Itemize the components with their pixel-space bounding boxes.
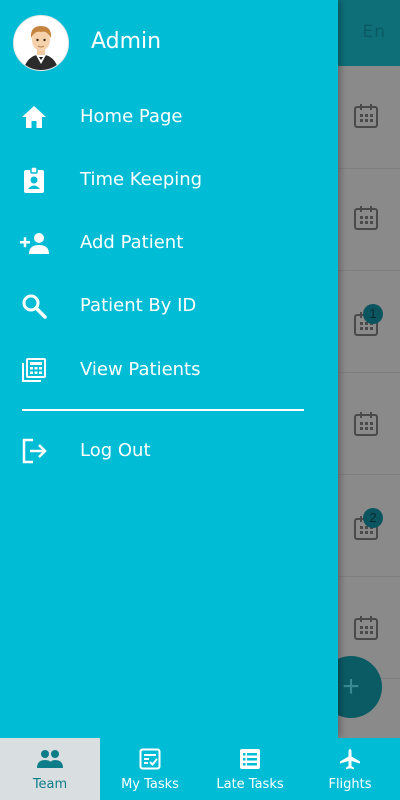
tab-label: Late Tasks (216, 777, 284, 792)
calendar-icon (354, 412, 378, 436)
menu-item-patient-by-id[interactable]: Patient By ID (0, 281, 338, 331)
home-icon (22, 106, 46, 128)
badge-icon (24, 166, 44, 193)
tab-label: My Tasks (121, 777, 179, 792)
calendar-icon (354, 616, 378, 640)
menu-item-label: Home Page (80, 106, 183, 127)
search-icon (22, 294, 47, 319)
notification-badge: 1 (363, 304, 383, 324)
menu-item-view-patients[interactable]: View Patients (0, 345, 338, 395)
navigation-drawer: Admin Home Page Time Keeping Add Patient (0, 0, 338, 738)
tab-late-tasks[interactable]: Late Tasks (200, 738, 300, 800)
tab-my-tasks[interactable]: My Tasks (100, 738, 200, 800)
tab-flights[interactable]: Flights (300, 738, 400, 800)
avatar[interactable] (13, 15, 69, 71)
calendar-icon (354, 206, 378, 230)
tab-team[interactable]: Team (0, 738, 100, 800)
calculator-list-icon (22, 358, 46, 382)
team-icon (37, 750, 63, 768)
user-name: Admin (91, 29, 162, 54)
task-list-icon (240, 749, 260, 769)
menu-divider (22, 409, 304, 411)
bottom-navigation: Team My Tasks Late Tasks Flights (0, 738, 400, 800)
tab-label: Team (32, 777, 68, 792)
menu-item-log-out[interactable]: Log Out (0, 426, 338, 476)
language-toggle[interactable]: En (362, 22, 386, 42)
menu-item-label: Add Patient (80, 232, 184, 253)
menu-item-label: Time Keeping (80, 169, 203, 190)
user-avatar-icon (14, 16, 68, 70)
menu-item-home[interactable]: Home Page (0, 92, 338, 142)
calendar-icon (354, 104, 378, 128)
menu-item-label: View Patients (80, 359, 201, 380)
menu-item-time-keeping[interactable]: Time Keeping (0, 155, 338, 205)
logout-icon (22, 438, 47, 464)
tab-label: Flights (328, 777, 372, 792)
task-check-icon (139, 748, 161, 770)
notification-badge: 2 (363, 508, 383, 528)
menu-item-label: Log Out (80, 440, 151, 461)
menu-item-label: Patient By ID (80, 295, 197, 316)
menu-item-add-patient[interactable]: Add Patient (0, 218, 338, 268)
airplane-icon (340, 749, 360, 770)
add-person-icon (20, 233, 49, 254)
